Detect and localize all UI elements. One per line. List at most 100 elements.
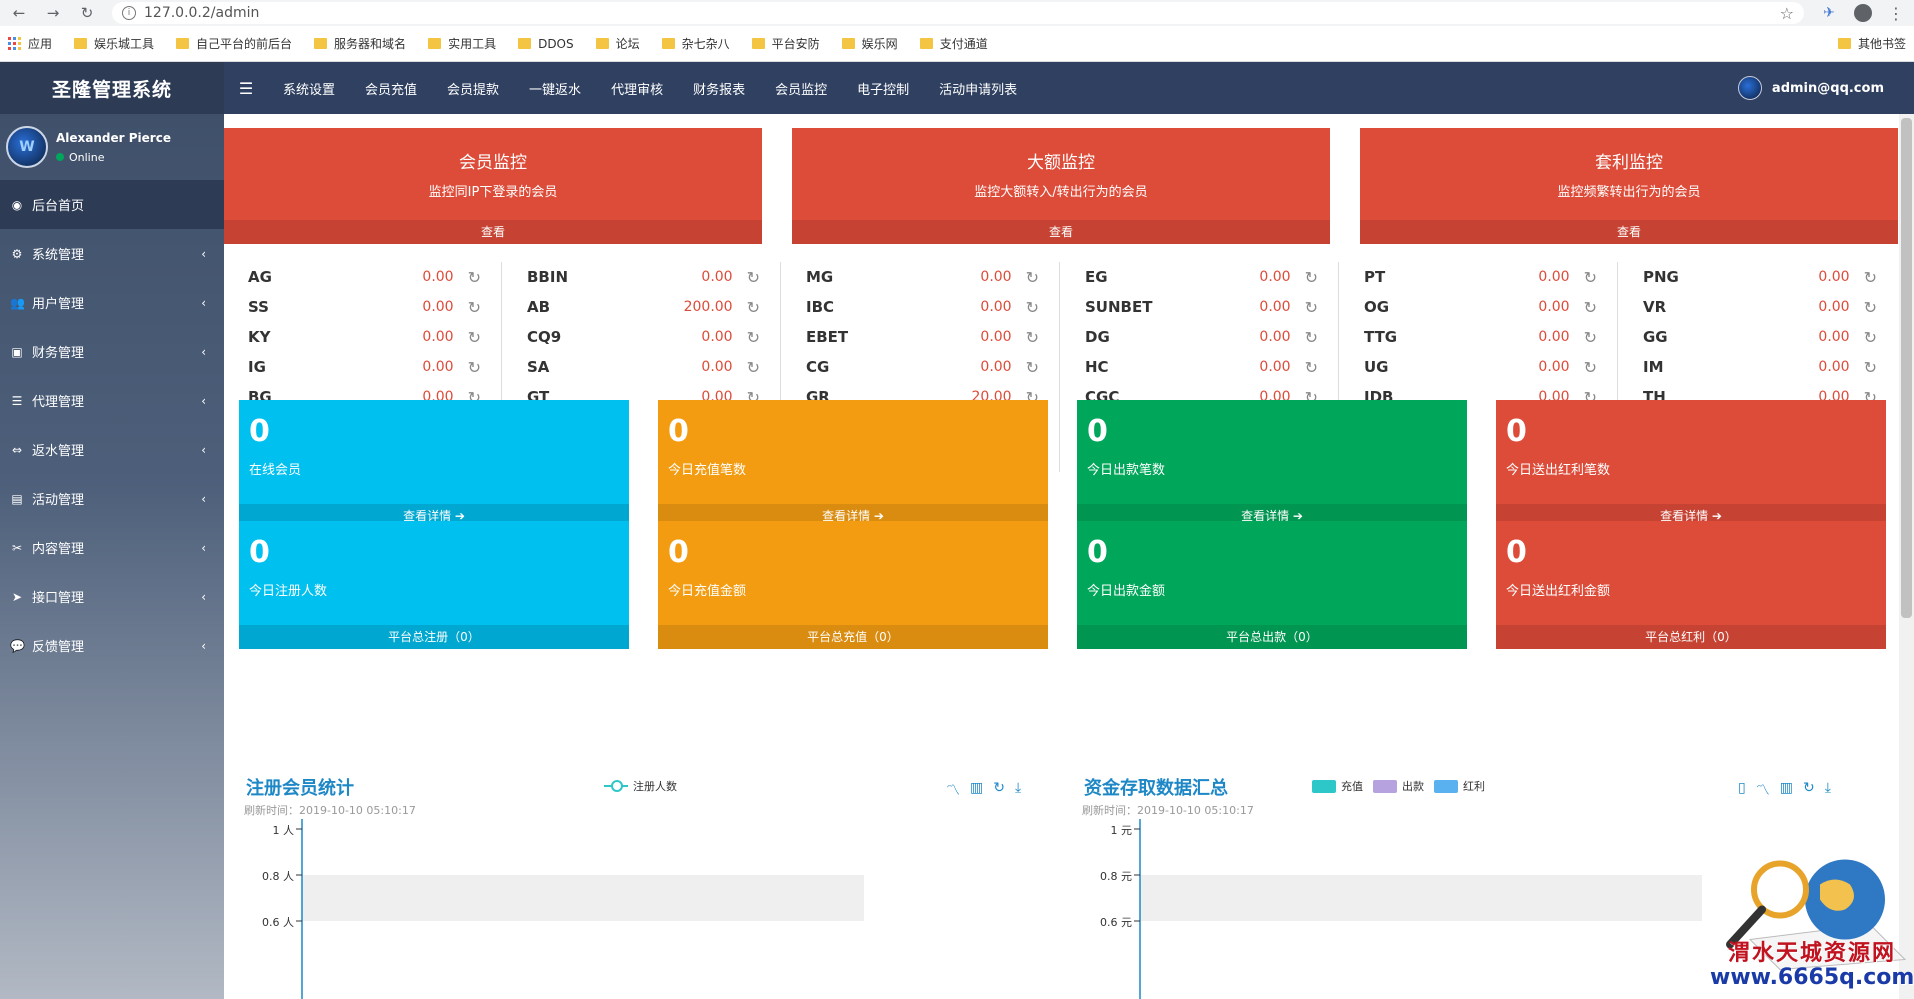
- nav-system-settings[interactable]: 系统设置: [268, 79, 350, 98]
- nav-electronic-control[interactable]: 电子控制: [842, 79, 924, 98]
- legend-item-bonus[interactable]: 红利: [1434, 778, 1485, 794]
- refresh-icon[interactable]: ↻: [1026, 328, 1039, 347]
- download-icon[interactable]: ⤓: [1825, 780, 1831, 800]
- refresh-icon[interactable]: ↻: [747, 268, 760, 287]
- bar-chart-icon[interactable]: ▥: [1780, 780, 1793, 800]
- platform-name: OG: [1364, 298, 1390, 316]
- menu-dots-icon[interactable]: ⋮: [1888, 4, 1904, 23]
- view-button[interactable]: 查看: [1360, 220, 1898, 244]
- refresh-icon[interactable]: ↻: [1584, 298, 1597, 317]
- refresh-icon[interactable]: ↻: [468, 298, 481, 317]
- stat-footer-link[interactable]: 平台总红利（0）: [1496, 625, 1886, 649]
- refresh-icon[interactable]: ↻: [1864, 268, 1877, 287]
- folder-icon: [751, 38, 765, 49]
- legend-item-deposit[interactable]: 充值: [1312, 778, 1363, 794]
- nav-agent-review[interactable]: 代理审核: [596, 79, 678, 98]
- sidebar-item-feedback[interactable]: 💬 反馈管理 ‹: [0, 621, 224, 670]
- bookmark-folder[interactable]: 杂七杂八: [661, 35, 730, 52]
- sidebar-item-system[interactable]: ⚙ 系统管理 ‹: [0, 229, 224, 278]
- refresh-icon[interactable]: ↻: [1803, 780, 1815, 800]
- bookmark-folder[interactable]: 支付通道: [919, 35, 988, 52]
- brand-logo[interactable]: 圣隆管理系统: [0, 62, 224, 114]
- refresh-icon[interactable]: ↻: [1864, 328, 1877, 347]
- nav-member-monitor[interactable]: 会员监控: [760, 79, 842, 98]
- data-view-icon[interactable]: ▯: [1738, 780, 1746, 800]
- refresh-icon[interactable]: ↻: [993, 780, 1005, 800]
- bookmark-folder[interactable]: 自己平台的前后台: [176, 35, 292, 52]
- platform-row: CG 0.00 ↻: [782, 352, 1059, 382]
- sidebar-item-users[interactable]: 👥 用户管理 ‹: [0, 278, 224, 327]
- refresh-icon[interactable]: ↻: [747, 328, 760, 347]
- bookmark-other[interactable]: 其他书签: [1837, 35, 1906, 52]
- bookmark-folder[interactable]: DDOS: [518, 37, 574, 51]
- bookmark-folder[interactable]: 娱乐城工具: [74, 35, 154, 52]
- refresh-icon[interactable]: ↻: [1026, 268, 1039, 287]
- platform-balance: 0.00: [1818, 359, 1850, 375]
- address-bar[interactable]: i 127.0.0.2/admin ☆: [112, 2, 1804, 24]
- refresh-icon[interactable]: ↻: [468, 268, 481, 287]
- refresh-icon[interactable]: ↻: [747, 298, 760, 317]
- stat-footer-link[interactable]: 平台总注册（0）: [239, 625, 629, 649]
- download-icon[interactable]: ⤓: [1015, 780, 1021, 800]
- refresh-icon[interactable]: ↻: [468, 358, 481, 377]
- refresh-icon[interactable]: ↻: [1305, 268, 1318, 287]
- nav-member-withdraw[interactable]: 会员提款: [432, 79, 514, 98]
- bar-chart-icon[interactable]: ▥: [970, 780, 983, 800]
- back-icon[interactable]: ←: [10, 4, 28, 22]
- hamburger-icon[interactable]: ☰: [224, 79, 268, 98]
- view-button[interactable]: 查看: [792, 220, 1330, 244]
- bookmark-folder[interactable]: 实用工具: [428, 35, 496, 52]
- forward-icon[interactable]: →: [44, 4, 62, 22]
- line-chart-icon[interactable]: 〽: [946, 780, 960, 800]
- nav-activity-applications[interactable]: 活动申请列表: [924, 79, 1032, 98]
- legend-item-withdraw[interactable]: 出款: [1373, 778, 1424, 794]
- admin-user-menu[interactable]: admin@qq.com: [1737, 76, 1914, 100]
- sidebar-item-activities[interactable]: ▤ 活动管理 ‹: [0, 474, 224, 523]
- sidebar-item-rebate[interactable]: ⇔ 返水管理 ‹: [0, 425, 224, 474]
- refresh-icon[interactable]: ↻: [468, 328, 481, 347]
- scrollbar-thumb[interactable]: [1901, 118, 1912, 618]
- stat-footer-link[interactable]: 平台总充值（0）: [658, 625, 1048, 649]
- platform-name: PNG: [1643, 268, 1679, 286]
- profile-icon[interactable]: [1854, 4, 1872, 22]
- sidebar-item-finance[interactable]: ▣ 财务管理 ‹: [0, 327, 224, 376]
- bookmark-apps[interactable]: 应用: [8, 35, 52, 52]
- chevron-left-icon: ‹: [201, 246, 206, 261]
- bookmark-folder[interactable]: 论坛: [595, 35, 640, 52]
- refresh-icon[interactable]: ↻: [1864, 298, 1877, 317]
- refresh-icon[interactable]: ↻: [1864, 358, 1877, 377]
- platform-row: EBET 0.00 ↻: [782, 322, 1059, 352]
- view-button[interactable]: 查看: [224, 220, 762, 244]
- refresh-icon[interactable]: ↻: [1026, 358, 1039, 377]
- nav-finance-report[interactable]: 财务报表: [678, 79, 760, 98]
- info-icon[interactable]: i: [122, 6, 136, 20]
- refresh-icon[interactable]: ↻: [747, 358, 760, 377]
- sidebar-item-agents[interactable]: ☰ 代理管理 ‹: [0, 376, 224, 425]
- stat-footer-link[interactable]: 平台总出款（0）: [1077, 625, 1467, 649]
- sidebar-item-dashboard[interactable]: ◉ 后台首页: [0, 180, 224, 229]
- refresh-icon[interactable]: ↻: [1584, 328, 1597, 347]
- money-icon: ▣: [11, 344, 23, 359]
- bookmark-folder[interactable]: 娱乐网: [841, 35, 898, 52]
- refresh-icon[interactable]: ↻: [1305, 328, 1318, 347]
- avatar: W: [6, 126, 48, 168]
- refresh-icon[interactable]: ↻: [1026, 298, 1039, 317]
- bookmark-folder[interactable]: 平台安防: [751, 35, 820, 52]
- stat-value: 0: [1087, 535, 1108, 570]
- refresh-icon[interactable]: ↻: [1584, 268, 1597, 287]
- star-icon[interactable]: ☆: [1780, 4, 1794, 23]
- refresh-icon[interactable]: ↻: [1305, 298, 1318, 317]
- line-chart-icon[interactable]: 〽: [1756, 780, 1770, 800]
- sidebar-item-content[interactable]: ✂ 内容管理 ‹: [0, 523, 224, 572]
- bookmark-folder[interactable]: 服务器和域名: [314, 35, 406, 52]
- nav-one-click-rebate[interactable]: 一键返水: [514, 79, 596, 98]
- refresh-icon[interactable]: ↻: [1584, 358, 1597, 377]
- reload-icon[interactable]: ↻: [78, 4, 96, 22]
- legend-item[interactable]: 注册人数: [604, 778, 677, 794]
- platform-balance: 200.00: [683, 299, 733, 315]
- refresh-icon[interactable]: ↻: [1305, 358, 1318, 377]
- nav-member-deposit[interactable]: 会员充值: [350, 79, 432, 98]
- dashboard-icon: ◉: [11, 197, 23, 212]
- sidebar-item-api[interactable]: ➤ 接口管理 ‹: [0, 572, 224, 621]
- extension-icon[interactable]: ✈: [1820, 4, 1838, 22]
